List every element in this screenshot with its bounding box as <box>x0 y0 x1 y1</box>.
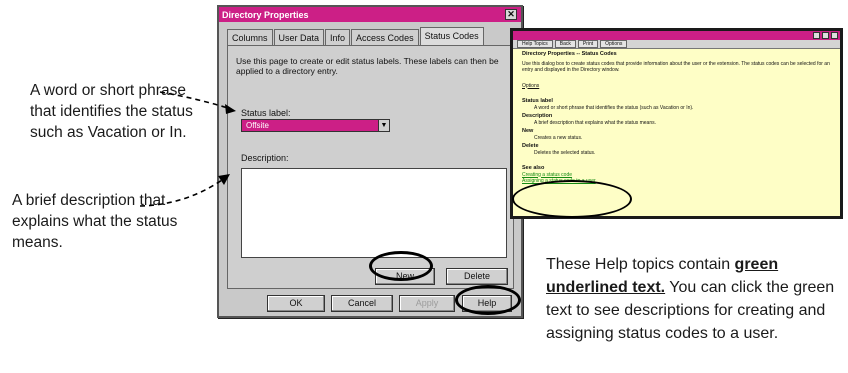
help-def: A word or short phrase that identifies t… <box>534 104 694 111</box>
tab-columns[interactable]: Columns <box>227 29 273 45</box>
help-topics-callout: These Help topics contain green underlin… <box>546 253 846 345</box>
help-button-highlight-oval <box>455 285 521 315</box>
help-heading: Directory Properties -- Status Codes <box>522 51 617 57</box>
help-toolbar: Help Topics Back Print Options <box>513 40 840 49</box>
help-def: A brief description that explains what t… <box>534 119 657 126</box>
print-button[interactable]: Print <box>577 40 599 48</box>
help-def: Deletes the selected status. <box>534 149 596 156</box>
apply-button[interactable]: Apply <box>399 295 455 312</box>
chevron-down-icon[interactable]: ▼ <box>378 120 389 131</box>
tab-user-data[interactable]: User Data <box>273 29 325 45</box>
status-label-select[interactable]: Offsite ▼ <box>241 119 390 132</box>
close-icon[interactable]: ✕ <box>505 9 517 20</box>
description-field[interactable] <box>241 168 507 258</box>
panel-intro-text: Use this page to create or edit status l… <box>236 56 499 76</box>
help-def: Creates a new status. <box>534 134 583 141</box>
tab-info[interactable]: Info <box>325 29 351 45</box>
status-label-callout: A word or short phrase that identifies t… <box>30 82 193 141</box>
maximize-icon[interactable] <box>822 32 829 39</box>
help-topics-button[interactable]: Help Topics <box>517 40 553 48</box>
description-callout: A brief description that explains what t… <box>12 192 178 251</box>
description-caption: Description: <box>241 153 289 163</box>
tab-status-codes[interactable]: Status Codes <box>419 27 484 45</box>
delete-button[interactable]: Delete <box>446 268 508 285</box>
new-button-highlight-oval <box>369 251 433 281</box>
close-icon[interactable] <box>831 32 838 39</box>
tab-strip: Columns User Data Info Access Codes Stat… <box>227 27 485 45</box>
minimize-icon[interactable] <box>813 32 820 39</box>
status-codes-panel: Use this page to create or edit status l… <box>227 45 514 289</box>
help-links-highlight-oval <box>512 180 632 218</box>
dialog-titlebar: Directory Properties ✕ <box>219 7 521 22</box>
help-intro: Use this dialog box to create status cod… <box>522 60 830 74</box>
dialog-title: Directory Properties <box>222 9 309 20</box>
status-label-caption: Status label: <box>241 108 291 118</box>
back-button[interactable]: Back <box>554 40 576 48</box>
help-body: Directory Properties -- Status Codes Use… <box>513 49 840 187</box>
help-callout-pre: These Help topics contain <box>546 256 735 273</box>
cancel-button[interactable]: Cancel <box>331 295 393 312</box>
options-button[interactable]: Options <box>600 40 628 48</box>
ok-button[interactable]: OK <box>267 295 325 312</box>
status-label-value: Offsite <box>246 121 269 130</box>
tab-access-codes[interactable]: Access Codes <box>351 29 419 45</box>
help-options-heading: Options <box>522 82 540 89</box>
help-titlebar <box>513 31 840 40</box>
